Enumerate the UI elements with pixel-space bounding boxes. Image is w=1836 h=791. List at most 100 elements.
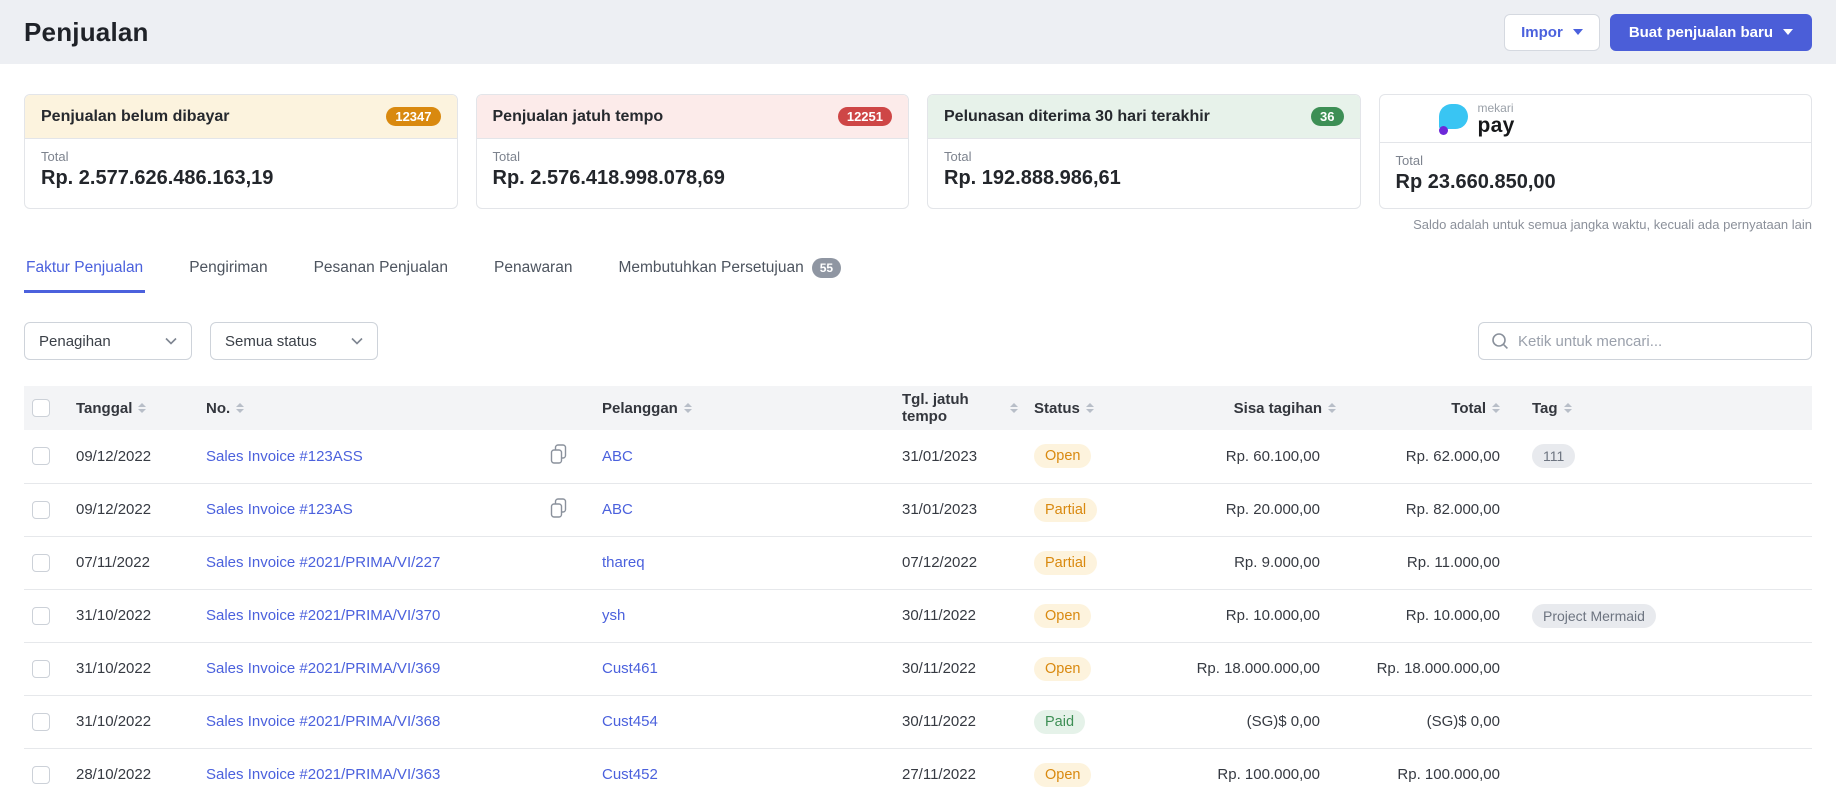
- card-body: Total Rp 23.660.850,00: [1380, 143, 1812, 208]
- row-checkbox[interactable]: [32, 500, 50, 519]
- customer-link[interactable]: Cust452: [602, 766, 658, 783]
- invoice-date: 31/10/2022: [76, 607, 152, 624]
- sort-icon: [1328, 403, 1336, 413]
- sisa-tagihan-value: Rp. 60.100,00: [1225, 447, 1320, 465]
- column-header-total[interactable]: Total: [1344, 386, 1524, 430]
- mekari-pay-header: mekari pay: [1379, 95, 1811, 143]
- invoice-table-wrap: Tanggal No. Pelanggan Tgl. jatuh tempo S…: [24, 386, 1812, 791]
- status-badge: Paid: [1034, 709, 1086, 734]
- customer-link[interactable]: Cust461: [602, 660, 658, 677]
- top-bar: Penjualan Impor Buat penjualan baru: [0, 0, 1836, 64]
- chevron-down-icon: [351, 337, 363, 345]
- sisa-tagihan-value: Rp. 18.000.000,00: [1196, 660, 1320, 677]
- card-payments-received[interactable]: Pelunasan diterima 30 hari terakhir 36 T…: [927, 94, 1361, 209]
- column-header-sisa-tagihan[interactable]: Sisa tagihan: [1174, 386, 1344, 430]
- search-input[interactable]: [1518, 332, 1799, 350]
- total-value: Rp 23.660.850,00: [1395, 171, 1556, 193]
- table-row: 31/10/2022 Sales Invoice #2021/PRIMA/VI/…: [24, 589, 1812, 642]
- due-date: 30/11/2022: [902, 607, 976, 624]
- table-row: 28/10/2022 Sales Invoice #2021/PRIMA/VI/…: [24, 748, 1812, 791]
- column-header-status[interactable]: Status: [1026, 386, 1174, 430]
- create-sale-button[interactable]: Buat penjualan baru: [1609, 13, 1812, 51]
- invoice-link[interactable]: Sales Invoice #2021/PRIMA/VI/363: [206, 766, 440, 783]
- chevron-down-icon: [1572, 29, 1583, 35]
- mekari-brand-text: mekari: [1477, 100, 1514, 115]
- row-checkbox[interactable]: [32, 447, 50, 466]
- invoice-link[interactable]: Sales Invoice #2021/PRIMA/VI/370: [206, 607, 440, 624]
- invoice-date: 07/11/2022: [76, 554, 150, 571]
- select-all-checkbox[interactable]: [32, 399, 50, 418]
- column-header-pelanggan[interactable]: Pelanggan: [594, 386, 894, 430]
- import-button[interactable]: Impor: [1504, 13, 1600, 51]
- customer-link[interactable]: Cust454: [602, 713, 658, 730]
- invoice-date: 09/12/2022: [76, 501, 152, 518]
- table-header-row: Tanggal No. Pelanggan Tgl. jatuh tempo S…: [24, 386, 1812, 430]
- sisa-tagihan-value: Rp. 20.000,00: [1225, 501, 1320, 518]
- card-title: Penjualan jatuh tempo: [492, 107, 664, 125]
- card-header: Penjualan belum dibayar 12347: [25, 95, 457, 139]
- card-header: Penjualan jatuh tempo 12251: [476, 95, 908, 139]
- column-header-no[interactable]: No.: [198, 386, 594, 430]
- tab-faktur-penjualan[interactable]: Faktur Penjualan: [24, 249, 146, 293]
- total-value: (SG)$ 0,00: [1426, 713, 1500, 730]
- column-header-tag[interactable]: Tag: [1524, 386, 1812, 430]
- row-checkbox[interactable]: [32, 606, 50, 625]
- row-checkbox[interactable]: [32, 765, 50, 784]
- create-sale-button-label: Buat penjualan baru: [1628, 23, 1773, 41]
- count-badge: 36: [1311, 107, 1344, 126]
- due-date: 30/11/2022: [902, 660, 976, 677]
- total-value: Rp. 192.888.986,61: [944, 167, 1121, 189]
- copy-icon[interactable]: [549, 443, 568, 469]
- invoice-link[interactable]: Sales Invoice #123AS: [206, 501, 353, 518]
- tab-penawaran[interactable]: Penawaran: [492, 249, 574, 293]
- tag-badge: Project Mermaid: [1532, 603, 1656, 628]
- card-overdue-sales[interactable]: Penjualan jatuh tempo 12251 Total Rp. 2.…: [475, 94, 909, 209]
- balance-footnote: Saldo adalah untuk semua jangka waktu, k…: [1413, 217, 1812, 232]
- row-checkbox[interactable]: [32, 659, 50, 678]
- invoice-link[interactable]: Sales Invoice #2021/PRIMA/VI/368: [206, 713, 440, 730]
- total-label: Total: [1395, 153, 1423, 168]
- row-checkbox[interactable]: [32, 553, 50, 572]
- sisa-tagihan-value: Rp. 100.000,00: [1217, 766, 1320, 783]
- row-checkbox[interactable]: [32, 712, 50, 731]
- total-value: Rp. 11.000,00: [1406, 554, 1500, 571]
- copy-icon[interactable]: [549, 497, 568, 523]
- customer-link[interactable]: ABC: [602, 448, 633, 465]
- sort-icon: [683, 403, 692, 413]
- tab-membutuhkan-persetujuan[interactable]: Membutuhkan Persetujuan 55: [616, 248, 843, 294]
- card-header: Pelunasan diterima 30 hari terakhir 36: [928, 95, 1360, 139]
- approval-count-badge: 55: [811, 258, 842, 278]
- card-unpaid-sales[interactable]: Penjualan belum dibayar 12347 Total Rp. …: [24, 94, 458, 209]
- total-value: Rp. 62.000,00: [1405, 447, 1500, 465]
- customer-link[interactable]: thareq: [602, 554, 645, 571]
- card-title: Pelunasan diterima 30 hari terakhir: [944, 107, 1210, 125]
- table-row: 31/10/2022 Sales Invoice #2021/PRIMA/VI/…: [24, 642, 1812, 695]
- card-mekari-pay[interactable]: mekari pay Total Rp 23.660.850,00: [1378, 94, 1812, 209]
- total-value: Rp. 82.000,00: [1405, 501, 1500, 518]
- column-header-tanggal[interactable]: Tanggal: [68, 386, 198, 430]
- card-body: Total Rp. 2.577.626.486.163,19: [25, 139, 457, 204]
- invoice-link[interactable]: Sales Invoice #2021/PRIMA/VI/369: [206, 660, 440, 677]
- invoice-date: 09/12/2022: [76, 447, 152, 465]
- search-box: [1478, 322, 1812, 360]
- customer-link[interactable]: ABC: [602, 501, 633, 518]
- tab-pesanan-penjualan[interactable]: Pesanan Penjualan: [312, 249, 450, 293]
- status-filter-dropdown[interactable]: Semua status: [210, 322, 378, 360]
- pay-brand-text: pay: [1477, 113, 1515, 137]
- invoice-table: Tanggal No. Pelanggan Tgl. jatuh tempo S…: [24, 386, 1812, 791]
- total-label: Total: [492, 149, 520, 164]
- due-date: 30/11/2022: [902, 713, 976, 730]
- sort-icon: [138, 403, 147, 413]
- sisa-tagihan-value: (SG)$ 0,00: [1246, 713, 1320, 730]
- status-badge: Open: [1034, 444, 1092, 469]
- count-badge: 12251: [837, 107, 892, 126]
- tag-badge: 111: [1532, 444, 1576, 469]
- due-date: 31/01/2023: [902, 447, 978, 465]
- tab-pengiriman[interactable]: Pengiriman: [187, 249, 269, 293]
- billing-type-dropdown[interactable]: Penagihan: [24, 322, 192, 360]
- invoice-link[interactable]: Sales Invoice #2021/PRIMA/VI/227: [206, 554, 440, 571]
- column-header-jatuh-tempo[interactable]: Tgl. jatuh tempo: [894, 386, 1026, 430]
- customer-link[interactable]: ysh: [602, 607, 625, 624]
- sort-icon: [236, 403, 245, 413]
- invoice-link[interactable]: Sales Invoice #123ASS: [206, 448, 363, 465]
